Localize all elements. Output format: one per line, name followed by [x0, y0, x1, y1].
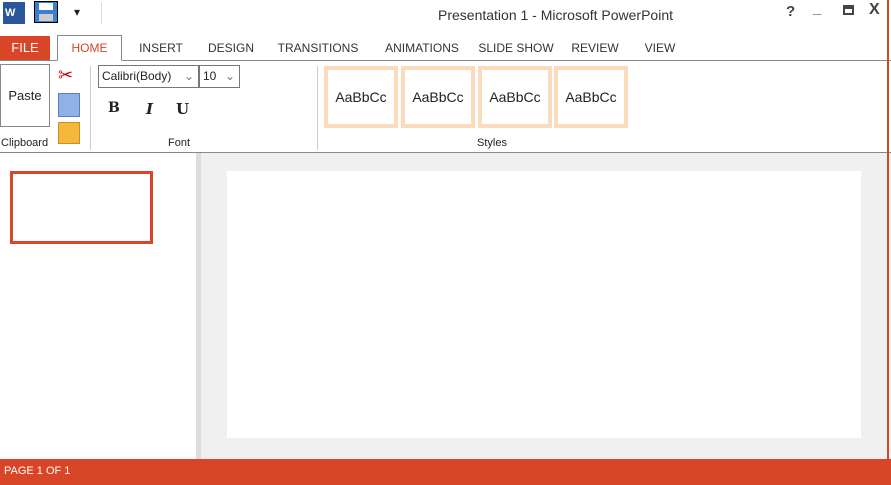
- styles-group-label: Styles: [477, 137, 507, 149]
- tab-home[interactable]: HOME: [57, 35, 122, 61]
- style-item[interactable]: AaBbCc: [401, 66, 475, 128]
- window-border: [887, 0, 889, 459]
- title-bar: W ▾ Presentation 1 - Microsoft PowerPoin…: [0, 0, 891, 30]
- chevron-down-icon: ⌄: [183, 69, 194, 83]
- tab-animations[interactable]: ANIMATIONS: [378, 36, 466, 60]
- window-title: Presentation 1 - Microsoft PowerPoint: [438, 7, 673, 23]
- maximize-button[interactable]: [843, 5, 854, 15]
- format-painter-icon[interactable]: [58, 122, 80, 144]
- tab-view[interactable]: VIEW: [638, 36, 682, 60]
- tab-review[interactable]: REVIEW: [566, 36, 624, 60]
- tab-insert[interactable]: INSERT: [130, 36, 192, 60]
- tab-slide-show[interactable]: SLIDE SHOW: [476, 36, 556, 60]
- font-size-value: 10: [203, 69, 217, 83]
- font-family-select[interactable]: Calibri(Body) ⌄: [98, 65, 199, 88]
- cut-icon[interactable]: ✂: [58, 65, 73, 86]
- help-button[interactable]: ?: [786, 3, 795, 20]
- chevron-down-icon: ⌄: [224, 69, 235, 83]
- slide-thumbnail[interactable]: [10, 171, 153, 244]
- paste-button[interactable]: Paste: [0, 64, 50, 127]
- tab-transitions[interactable]: TRANSITIONS: [272, 36, 364, 60]
- copy-icon[interactable]: [58, 93, 80, 117]
- clipboard-group-label: Clipboard: [1, 137, 49, 149]
- tab-design[interactable]: DESIGN: [200, 36, 262, 60]
- font-group-label: Font: [168, 137, 191, 149]
- bold-button[interactable]: B: [108, 100, 120, 116]
- underline-button[interactable]: U: [176, 100, 189, 118]
- minimize-button[interactable]: _: [813, 0, 821, 17]
- style-item[interactable]: AaBbCc: [324, 66, 398, 128]
- status-bar: PAGE 1 OF 1: [0, 459, 891, 485]
- close-button[interactable]: X: [869, 1, 880, 19]
- font-family-value: Calibri(Body): [102, 69, 172, 83]
- slide-canvas[interactable]: [227, 171, 861, 438]
- page-indicator: PAGE 1 OF 1: [4, 465, 71, 477]
- divider: [317, 66, 318, 150]
- font-size-select[interactable]: 10 ⌄: [199, 65, 240, 88]
- style-item[interactable]: AaBbCc: [478, 66, 552, 128]
- divider: [90, 66, 91, 150]
- style-item[interactable]: AaBbCc: [554, 66, 628, 128]
- tab-file[interactable]: FILE: [0, 36, 50, 60]
- italic-button[interactable]: I: [146, 100, 153, 118]
